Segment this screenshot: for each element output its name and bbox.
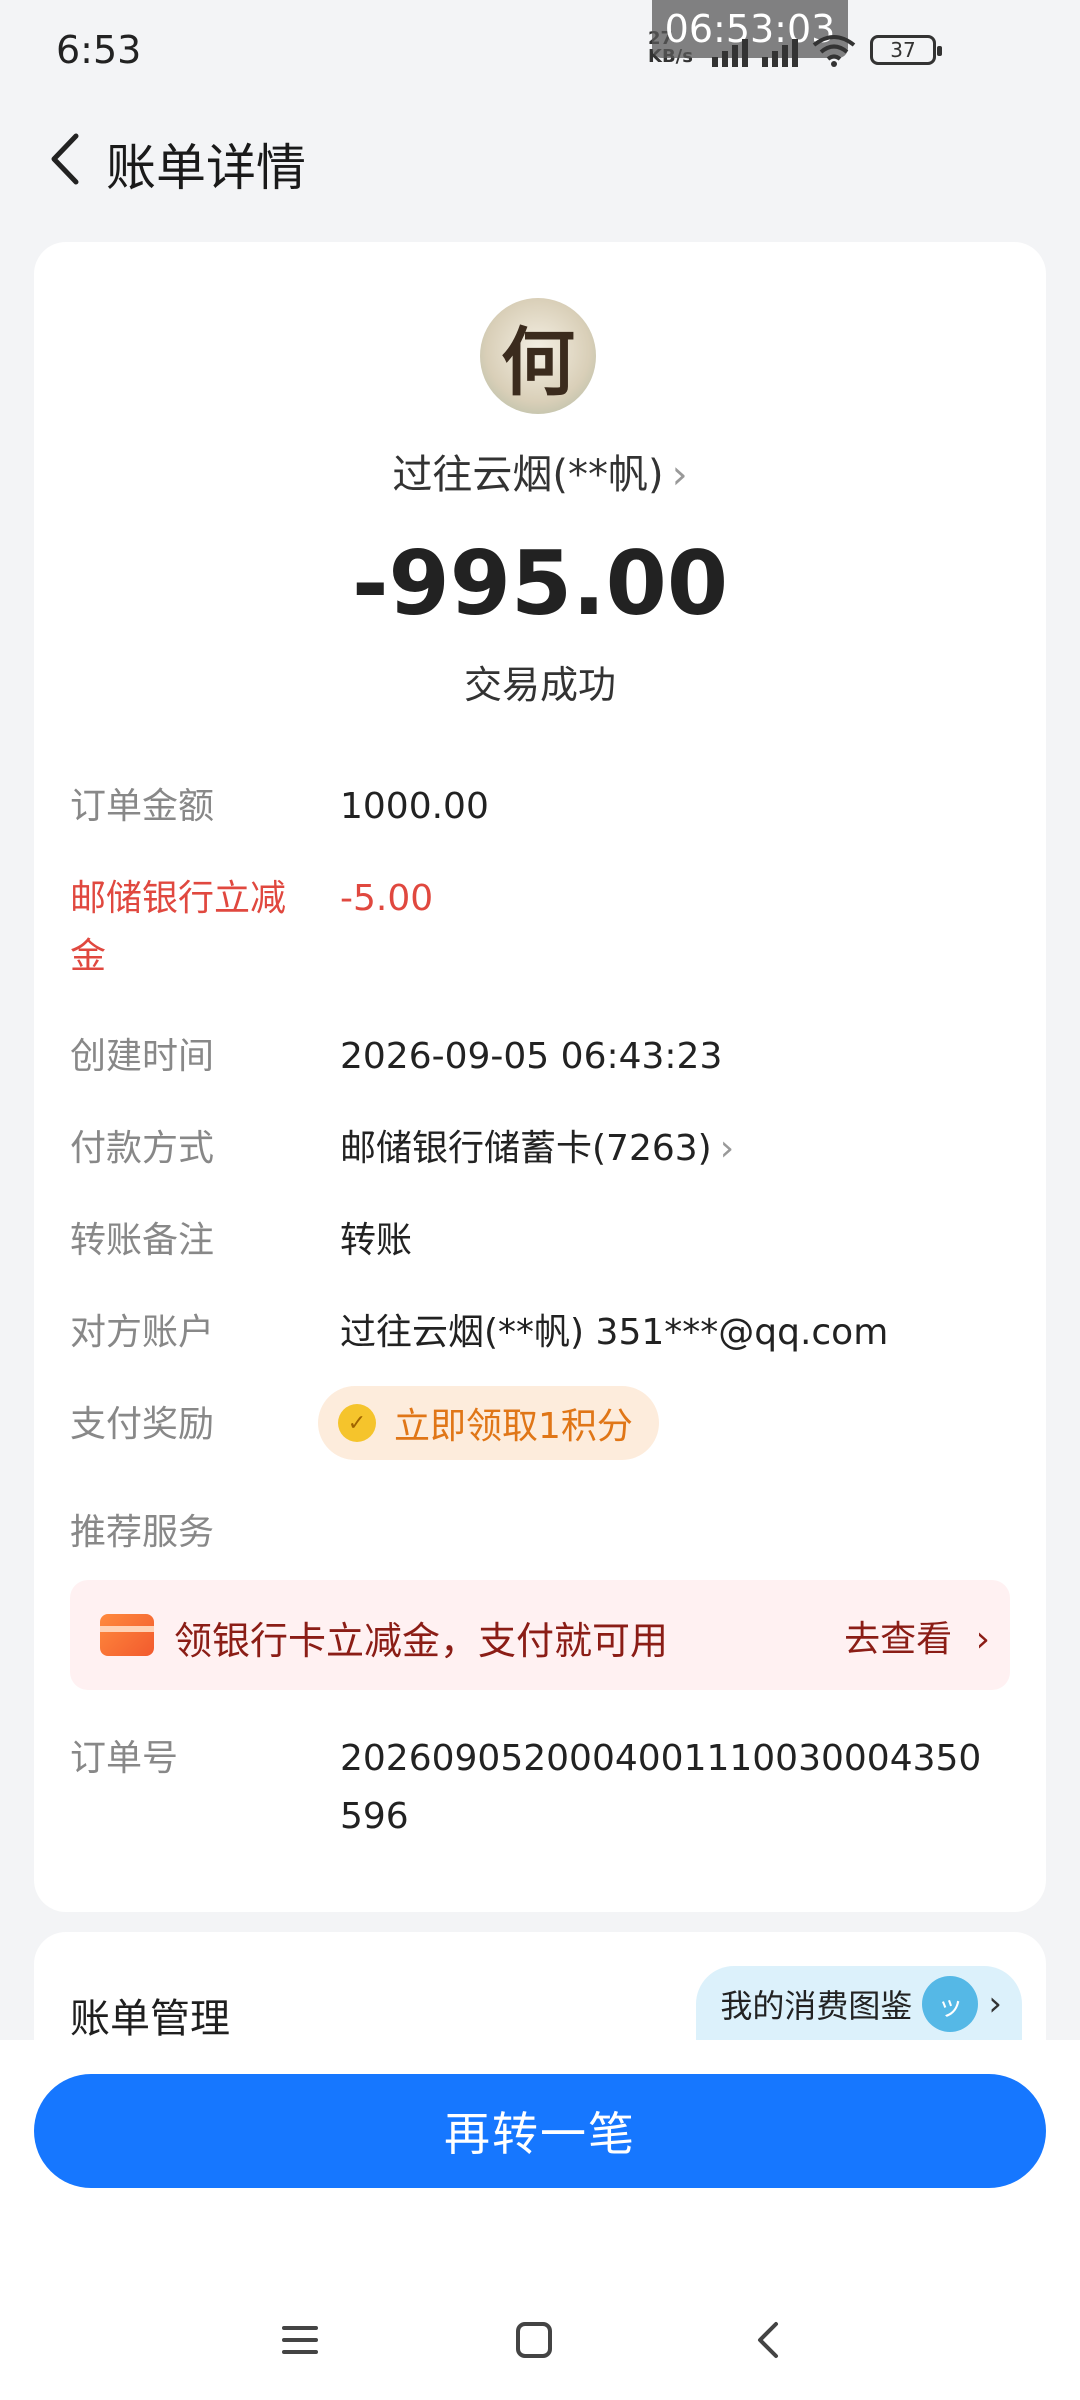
bottom-action-area: 再转一笔	[0, 2040, 1080, 2400]
transaction-amount: -995.00	[351, 532, 729, 635]
promo-banner[interactable]: 领银行卡立减金，支付就可用 去查看 ›	[70, 1580, 1010, 1690]
transaction-status: 交易成功	[463, 663, 616, 707]
signal-icon	[712, 33, 748, 67]
spend-atlas-button[interactable]: 我的消费图鉴 ッ ›	[696, 1966, 1022, 2042]
menu-button[interactable]	[260, 2300, 340, 2380]
detail-value: 2026090520004001110030004350596	[340, 1738, 982, 1837]
detail-value: -5.00	[340, 878, 434, 919]
spend-atlas-label: 我的消费图鉴	[720, 1987, 913, 2025]
chevron-right-icon: ›	[671, 452, 688, 498]
detail-value-wrap: 邮储银行储蓄卡(7263) ›	[340, 1120, 1040, 1178]
status-bar: 6:53 27 KB/s 06:53:03 37	[0, 0, 1080, 100]
menu-icon	[282, 2326, 318, 2354]
claim-points-button[interactable]: ✓ 立即领取1积分	[318, 1386, 659, 1460]
detail-label: 订单号	[70, 1738, 179, 1779]
nav-back-icon	[758, 2322, 778, 2358]
detail-label: 对方账户	[70, 1312, 215, 1353]
detail-label: 邮储银行立减金	[70, 878, 287, 977]
avatar-glyph: 何	[501, 319, 575, 406]
coin-icon: ✓	[338, 1404, 376, 1442]
system-back-button[interactable]	[730, 2300, 810, 2380]
chevron-right-icon: ›	[719, 1128, 735, 1169]
detail-value: 1000.00	[340, 786, 489, 827]
claim-points-label: 立即领取1积分	[394, 1406, 633, 1447]
home-button[interactable]	[494, 2300, 574, 2380]
detail-value: 2026-09-05 06:43:23	[340, 1036, 723, 1077]
header: 账单详情	[0, 110, 1080, 210]
detail-value: 过往云烟(**帆) 351***@qq.com	[340, 1312, 889, 1353]
back-button[interactable]	[30, 124, 100, 194]
status-time: 6:53	[56, 28, 142, 72]
signal-icon-2	[762, 33, 798, 67]
detail-label: 订单金额	[70, 786, 215, 827]
detail-label: 转账备注	[70, 1220, 215, 1261]
payment-method-value: 邮储银行储蓄卡(7263)	[340, 1128, 712, 1169]
bank-card-icon	[100, 1614, 154, 1656]
promo-link-label: 去查看	[844, 1619, 953, 1660]
mascot-icon: ッ	[922, 1976, 979, 2032]
bill-management-title: 账单管理	[70, 1996, 230, 2042]
payee-name: 过往云烟(**帆)	[392, 452, 664, 498]
promo-text: 领银行卡立减金，支付就可用	[174, 1619, 669, 1663]
detail-label: 付款方式	[70, 1128, 215, 1169]
back-icon	[51, 133, 79, 185]
wifi-icon	[812, 35, 856, 67]
bill-detail-card: 何 过往云烟(**帆) › -995.00 交易成功 订单金额 1000.00 邮…	[34, 242, 1046, 1912]
transfer-again-button[interactable]: 再转一笔	[34, 2074, 1046, 2188]
payee-link[interactable]: 过往云烟(**帆) ›	[34, 442, 1046, 500]
payee-avatar[interactable]: 何	[480, 298, 596, 414]
chevron-right-icon: ›	[975, 1619, 990, 1660]
home-square-icon	[516, 2322, 552, 2358]
chevron-right-icon: ›	[988, 1984, 1002, 2024]
promo-link[interactable]: 去查看 ›	[844, 1610, 990, 1662]
system-nav-bar	[0, 2300, 1080, 2380]
bill-management-card: 账单管理 我的消费图鉴 ッ ›	[34, 1932, 1046, 2042]
battery-icon: 37	[870, 35, 942, 65]
detail-value: 转账	[340, 1220, 413, 1261]
detail-label: 支付奖励	[70, 1404, 215, 1445]
detail-label: 推荐服务	[70, 1512, 215, 1553]
status-icons: 37	[712, 30, 942, 70]
page-title: 账单详情	[106, 139, 306, 197]
screen: 6:53 27 KB/s 06:53:03 37	[0, 0, 1080, 2400]
detail-label: 创建时间	[70, 1036, 215, 1077]
